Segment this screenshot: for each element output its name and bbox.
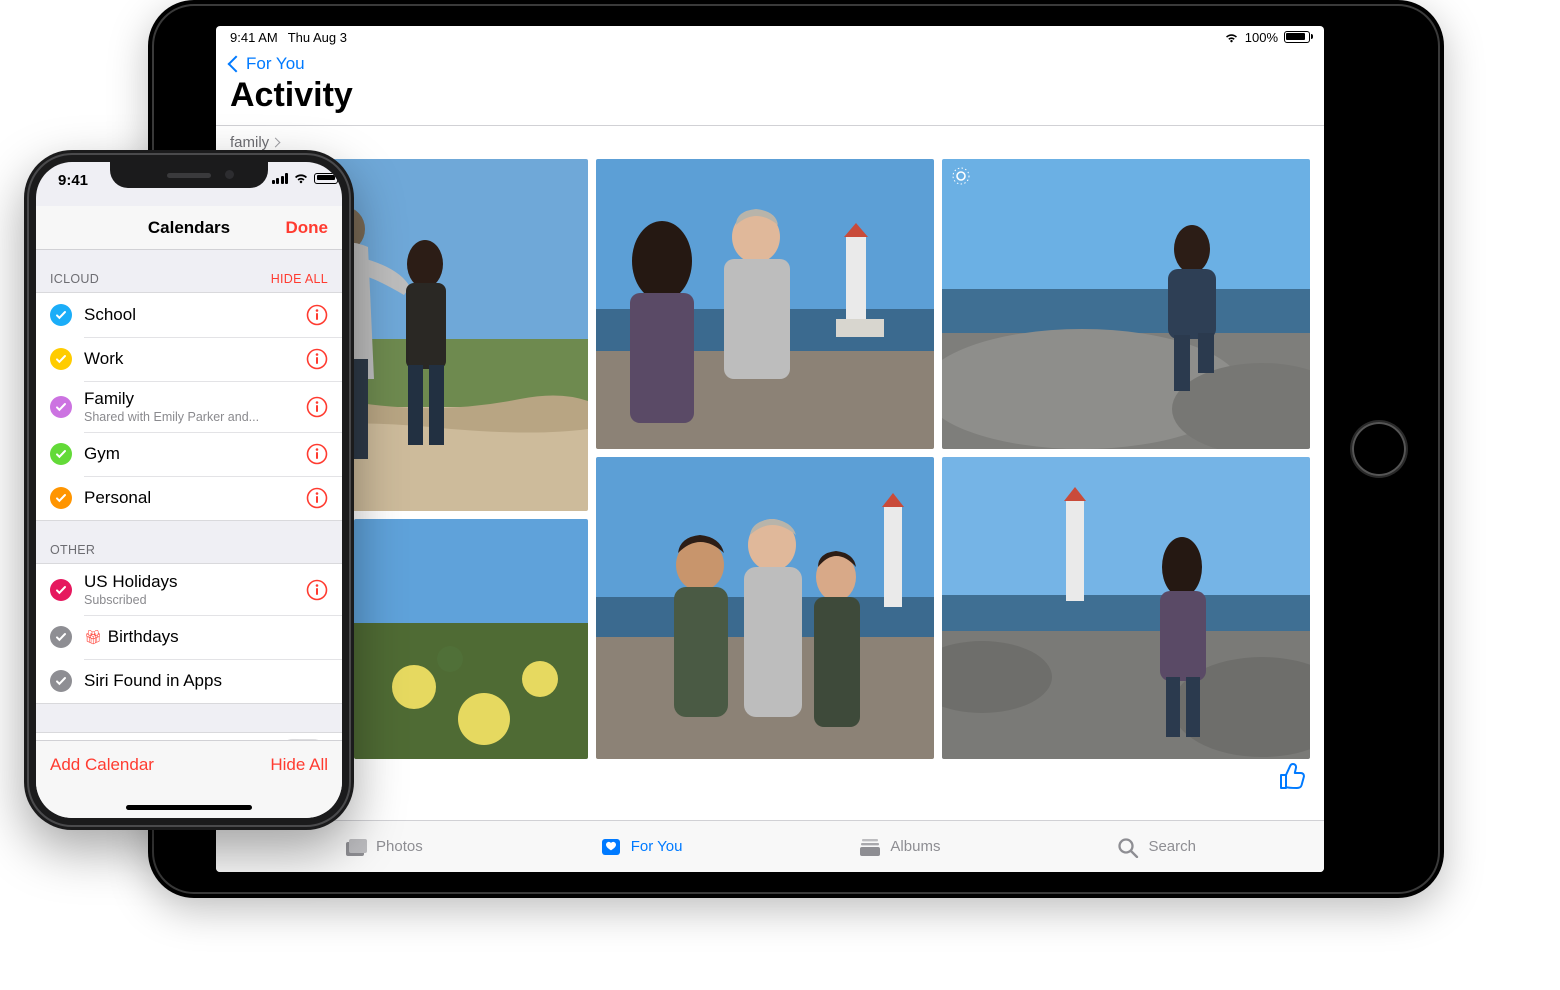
info-icon[interactable] — [306, 396, 328, 418]
tab-search[interactable]: Search — [1116, 836, 1196, 858]
album-header[interactable]: family — [216, 126, 1324, 159]
calendar-row-holidays[interactable]: US Holidays Subscribed — [36, 564, 342, 615]
foryou-tab-icon — [599, 836, 623, 858]
tab-label: Photos — [376, 838, 423, 855]
back-label: For You — [246, 54, 305, 74]
photo-tile[interactable] — [942, 457, 1310, 759]
checkmark-icon — [50, 304, 72, 326]
ipad-status-bar: 9:41 AM Thu Aug 3 100% — [216, 26, 1324, 48]
album-name: family — [230, 134, 269, 151]
live-photo-icon — [950, 165, 1310, 449]
calendar-name: Personal — [84, 488, 306, 508]
photo-tile[interactable] — [354, 519, 588, 759]
ipad-tab-bar: Photos For You Albums Search — [216, 820, 1324, 872]
iphone-screen: 9:41 Calendars Done ICLOUD HIDE ALL Scho… — [36, 162, 342, 818]
wifi-icon — [293, 172, 309, 184]
info-icon[interactable] — [306, 348, 328, 370]
iphone-device: 9:41 Calendars Done ICLOUD HIDE ALL Scho… — [24, 150, 354, 830]
like-button[interactable] — [1278, 763, 1308, 791]
chevron-right-icon — [271, 138, 281, 148]
calendar-name: Work — [84, 349, 306, 369]
search-tab-icon — [1116, 836, 1140, 858]
page-title: Activity — [216, 74, 1324, 125]
calendar-row-work[interactable]: Work — [36, 337, 342, 381]
tab-photos[interactable]: Photos — [344, 836, 423, 858]
calendar-subtitle: Shared with Emily Parker and... — [84, 410, 306, 424]
iphone-notch — [110, 162, 268, 188]
battery-icon — [314, 173, 338, 184]
status-time: 9:41 AM — [230, 30, 278, 45]
section-other: OTHER US Holidays Subscribed 🎁︎Birthdays — [36, 521, 342, 704]
checkmark-icon — [50, 348, 72, 370]
ipad-screen: 9:41 AM Thu Aug 3 100% For You Activity … — [216, 26, 1324, 872]
albums-tab-icon — [858, 836, 882, 858]
battery-percent: 100% — [1245, 30, 1278, 45]
gift-icon: 🎁︎ — [84, 629, 102, 645]
tab-label: For You — [631, 838, 683, 855]
calendar-row-family[interactable]: Family Shared with Emily Parker and... — [36, 381, 342, 432]
add-calendar-button[interactable]: Add Calendar — [50, 755, 154, 775]
checkmark-icon — [50, 626, 72, 648]
home-indicator — [126, 805, 252, 810]
back-button[interactable]: For You — [216, 48, 1324, 74]
checkmark-icon — [50, 579, 72, 601]
calendar-row-siri[interactable]: Siri Found in Apps — [36, 659, 342, 703]
calendar-row-school[interactable]: School — [36, 293, 342, 337]
hide-all-button[interactable]: Hide All — [270, 755, 328, 775]
wifi-icon — [1224, 32, 1239, 43]
calendar-subtitle: Subscribed — [84, 593, 306, 607]
photo-tile[interactable] — [596, 457, 934, 759]
tab-label: Albums — [890, 838, 940, 855]
info-icon[interactable] — [306, 304, 328, 326]
battery-icon — [1284, 31, 1310, 43]
calendar-row-gym[interactable]: Gym — [36, 432, 342, 476]
calendar-name: Family — [84, 389, 306, 409]
photo-grid — [230, 159, 1310, 759]
photos-tab-icon — [344, 836, 368, 858]
calendar-name: 🎁︎Birthdays — [84, 627, 328, 647]
calendar-name: US Holidays — [84, 572, 306, 592]
calendar-row-birthdays[interactable]: 🎁︎Birthdays — [36, 615, 342, 659]
calendar-name: School — [84, 305, 306, 325]
hide-all-link[interactable]: HIDE ALL — [271, 272, 328, 286]
info-icon[interactable] — [306, 487, 328, 509]
calendar-name: Gym — [84, 444, 306, 464]
info-icon[interactable] — [306, 443, 328, 465]
photo-tile[interactable] — [942, 159, 1310, 449]
calendar-name: Siri Found in Apps — [84, 671, 328, 691]
tab-albums[interactable]: Albums — [858, 836, 940, 858]
status-date: Thu Aug 3 — [288, 30, 347, 45]
done-button[interactable]: Done — [286, 218, 329, 238]
checkmark-icon — [50, 487, 72, 509]
chevron-left-icon — [228, 56, 245, 73]
calendar-row-personal[interactable]: Personal — [36, 476, 342, 520]
section-header: OTHER — [50, 543, 95, 557]
checkmark-icon — [50, 670, 72, 692]
tab-for-you[interactable]: For You — [599, 836, 683, 858]
cellular-icon — [272, 173, 289, 184]
checkmark-icon — [50, 396, 72, 418]
info-icon[interactable] — [306, 579, 328, 601]
iphone-nav-bar: Calendars Done — [36, 206, 342, 250]
ipad-home-button[interactable] — [1352, 422, 1406, 476]
iphone-toolbar: Add Calendar Hide All — [36, 740, 342, 818]
section-header: ICLOUD — [50, 272, 99, 286]
photo-tile[interactable] — [596, 159, 934, 449]
tab-label: Search — [1148, 838, 1196, 855]
status-time: 9:41 — [58, 172, 88, 189]
checkmark-icon — [50, 443, 72, 465]
section-icloud: ICLOUD HIDE ALL School Work Family — [36, 250, 342, 521]
